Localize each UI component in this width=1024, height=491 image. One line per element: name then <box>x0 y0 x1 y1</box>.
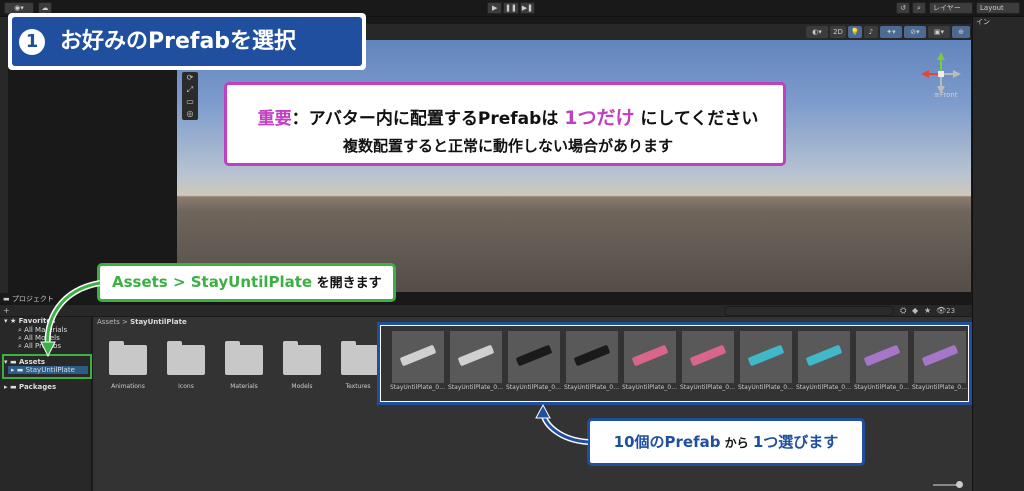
callout-arrows <box>40 280 589 445</box>
blue-arrowhead <box>535 403 551 419</box>
green-arrowhead <box>40 341 56 358</box>
unity-editor-window: ◉▾ ☁ ▶ ❚❚ ▶❚ ↺ ⌕ レイヤー Layout ◐▾ 2D 💡 ♪ ✦… <box>0 0 1024 491</box>
